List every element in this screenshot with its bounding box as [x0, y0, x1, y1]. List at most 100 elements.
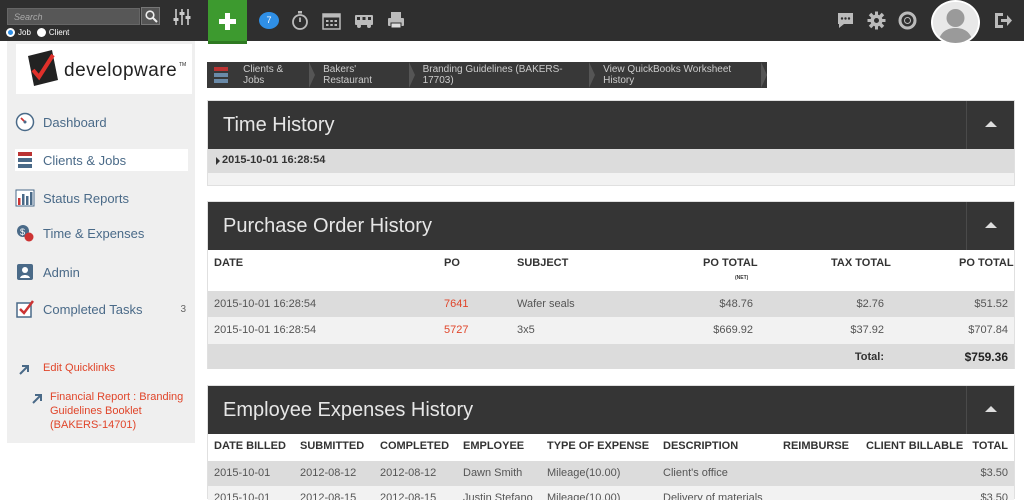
help-lifebuoy-icon[interactable]	[898, 11, 917, 35]
cell-date-billed: 2015-10-01	[214, 467, 271, 479]
quicklink-line: (BAKERS-14701)	[50, 419, 137, 431]
time-history-entry: 2015-10-01 16:28:54	[222, 154, 326, 166]
sidebar-item-completed-tasks[interactable]: Completed Tasks 3	[15, 298, 188, 320]
cell-employee: Dawn Smith	[463, 467, 523, 479]
table-row: 2015-10-01 2012-08-12 2012-08-12 Dawn Sm…	[208, 461, 1014, 486]
panel-header: Time History	[208, 101, 1014, 149]
column-header: TAX TOTAL	[831, 257, 891, 269]
table-header: DATE PO SUBJECT PO TOTAL (NET) TAX TOTAL…	[208, 250, 1014, 291]
edit-quicklinks-link[interactable]: Edit Quicklinks	[43, 361, 115, 375]
column-header: REIMBURSE	[783, 440, 850, 452]
cell-completed: 2012-08-12	[380, 467, 437, 479]
breadcrumb-item[interactable]: Clients & Jobs	[235, 62, 316, 88]
panel-title: Time History	[223, 114, 335, 136]
quicklink-line: Financial Report : Branding	[50, 391, 184, 403]
total-value: $759.36	[964, 350, 1008, 364]
user-silhouette-icon	[933, 2, 978, 43]
cell-total: $51.52	[974, 298, 1008, 310]
radio-client[interactable]	[36, 28, 46, 37]
column-header: DATE	[214, 257, 244, 269]
top-bar: Search Job Client 7	[0, 0, 1024, 45]
stopwatch-icon[interactable]	[291, 11, 309, 35]
sidebar-item-status-reports[interactable]: Status Reports	[15, 187, 188, 209]
quicklink-financial-report[interactable]: Financial Report : Branding Guidelines B…	[50, 390, 195, 432]
cell-description: Client's office	[663, 467, 728, 479]
sidebar-item-label: Status Reports	[43, 190, 129, 206]
chat-icon[interactable]	[836, 11, 855, 35]
search-icon	[145, 10, 158, 23]
expand-caret-icon	[216, 157, 220, 165]
search-scope-radios: Job Client	[6, 28, 69, 37]
panel-title: Purchase Order History	[223, 215, 432, 237]
cell-tax-total: $37.92	[850, 324, 884, 336]
cell-date: 2015-10-01 16:28:54	[214, 298, 317, 310]
dashboard-icon	[15, 112, 35, 132]
time-history-row[interactable]: 2015-10-01 16:28:54	[208, 149, 1014, 173]
logout-icon[interactable]	[993, 11, 1013, 35]
column-header: DATE BILLED	[214, 440, 286, 452]
filter-sliders-icon[interactable]	[172, 7, 192, 32]
gear-icon[interactable]	[867, 11, 886, 35]
cell-total: $3.50	[980, 467, 1008, 479]
sidebar-item-label: Dashboard	[43, 114, 107, 130]
po-link[interactable]: 7641	[444, 298, 468, 310]
panel-header: Employee Expenses History	[208, 386, 1014, 434]
breadcrumb-item[interactable]: Bakers' Restaurant	[315, 62, 416, 88]
column-header: COMPLETED	[380, 440, 450, 452]
search-input[interactable]: Search	[7, 8, 140, 25]
avatar[interactable]	[931, 0, 980, 45]
column-header: PO TOTAL	[959, 257, 1014, 269]
cell-subject: 3x5	[517, 324, 535, 336]
breadcrumb: Clients & Jobs Bakers' Restaurant Brandi…	[207, 62, 767, 88]
employee-expenses-history-panel: Employee Expenses History DATE BILLED SU…	[207, 385, 1015, 500]
cell-po-total: $669.92	[713, 324, 753, 336]
purchase-order-history-panel: Purchase Order History DATE PO SUBJECT P…	[207, 201, 1015, 369]
column-header: TOTAL	[972, 440, 1008, 452]
radio-job[interactable]	[6, 28, 15, 37]
sidebar-item-time-expenses[interactable]: $ Time & Expenses	[15, 222, 188, 244]
collapse-toggle[interactable]	[966, 202, 1014, 250]
cell-type: Mileage(10.00)	[547, 467, 621, 479]
collapse-toggle[interactable]	[966, 386, 1014, 434]
collapse-toggle[interactable]	[966, 101, 1014, 149]
notification-bubble[interactable]: 7	[259, 12, 279, 29]
cell-po-total: $48.76	[719, 298, 753, 310]
column-subheader: (NET)	[735, 275, 749, 281]
time-history-panel: Time History 2015-10-01 16:28:54	[207, 100, 1015, 186]
table-total-row: Total: $759.36	[208, 344, 1014, 369]
search-button[interactable]	[141, 7, 160, 25]
po-link[interactable]: 5727	[444, 324, 468, 336]
clients-jobs-icon	[207, 62, 235, 88]
sidebar-item-clients-jobs[interactable]: Clients & Jobs	[15, 149, 188, 171]
cell-tax-total: $2.76	[856, 298, 884, 310]
logo-checkmark-icon	[28, 50, 58, 86]
total-label: Total:	[854, 351, 884, 363]
panel-header: Purchase Order History	[208, 202, 1014, 250]
radio-job-label: Job	[18, 28, 31, 37]
truck-icon[interactable]	[354, 11, 374, 35]
cell-date: 2015-10-01 16:28:54	[214, 324, 317, 336]
breadcrumb-item[interactable]: Branding Guidelines (BAKERS-17703)	[415, 62, 596, 88]
sidebar-item-admin[interactable]: Admin	[15, 261, 188, 283]
completed-tasks-count: 3	[180, 303, 186, 315]
column-header: DESCRIPTION	[663, 440, 739, 452]
add-button[interactable]	[208, 0, 247, 44]
sidebar-item-label: Time & Expenses	[43, 225, 145, 241]
column-header: SUBMITTED	[300, 440, 365, 452]
cell-total: $707.84	[968, 324, 1008, 336]
sidebar-item-dashboard[interactable]: Dashboard	[15, 111, 188, 133]
svg-text:$: $	[20, 227, 25, 237]
quicklink-arrow-icon	[17, 363, 31, 382]
quicklink-line: Guidelines Booklet	[50, 405, 142, 417]
panel-title: Employee Expenses History	[223, 399, 474, 421]
printer-icon[interactable]	[387, 11, 405, 35]
column-header: SUBJECT	[517, 257, 569, 269]
trademark: TM	[179, 62, 187, 68]
calendar-icon[interactable]	[322, 11, 341, 35]
developware-logo[interactable]: developware TM	[16, 44, 192, 94]
table-header: DATE BILLED SUBMITTED COMPLETED EMPLOYEE…	[208, 434, 1014, 461]
sidebar: developware TM Dashboard Clients & Jobs …	[7, 41, 195, 443]
column-header: EMPLOYEE	[463, 440, 525, 452]
sidebar-item-label: Completed Tasks	[43, 301, 143, 317]
table-row: 2015-10-01 2012-08-15 2012-08-15 Justin …	[208, 486, 1014, 500]
